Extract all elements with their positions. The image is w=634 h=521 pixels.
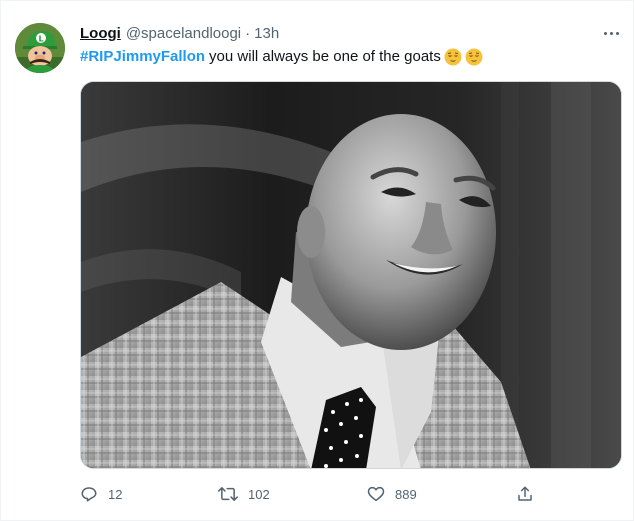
retweet-count: 102 xyxy=(248,486,270,502)
tweet-text: #RIPJimmyFallon you will always be one o… xyxy=(80,46,483,68)
like-button[interactable]: 889 xyxy=(367,483,417,505)
retweet-button[interactable]: 102 xyxy=(218,483,270,505)
portrait-photo xyxy=(81,82,621,468)
separator-dot: · xyxy=(245,24,251,42)
tweet-card[interactable]: L Loogi @spacelandloogi · 13h #RIPJimmyF… xyxy=(0,0,634,521)
share-button[interactable] xyxy=(516,483,534,505)
reply-count: 12 xyxy=(108,486,123,502)
share-icon xyxy=(518,486,532,501)
relieved-face-emoji-icon xyxy=(444,48,462,66)
display-name[interactable]: Loogi xyxy=(80,25,121,42)
user-handle[interactable]: @spacelandloogi xyxy=(126,25,241,42)
hashtag-link[interactable]: #RIPJimmyFallon xyxy=(80,46,205,68)
tweet-photo[interactable] xyxy=(80,81,622,469)
avatar[interactable]: L xyxy=(15,23,65,73)
svg-text:L: L xyxy=(38,35,43,44)
reply-icon xyxy=(81,487,97,502)
timestamp[interactable]: 13h xyxy=(254,25,279,42)
tweet-actions: 12 102 889 xyxy=(80,483,540,505)
heart-icon xyxy=(367,486,385,502)
like-count: 889 xyxy=(395,486,417,502)
avatar-image: L xyxy=(15,23,65,73)
reply-button[interactable]: 12 xyxy=(80,483,122,505)
tweet-header: Loogi @spacelandloogi · 13h xyxy=(80,23,279,43)
tweet-body: you will always be one of the goats xyxy=(209,48,441,65)
retweet-icon xyxy=(218,487,238,501)
relieved-face-emoji-icon xyxy=(465,48,483,66)
more-options-icon[interactable] xyxy=(601,25,621,41)
